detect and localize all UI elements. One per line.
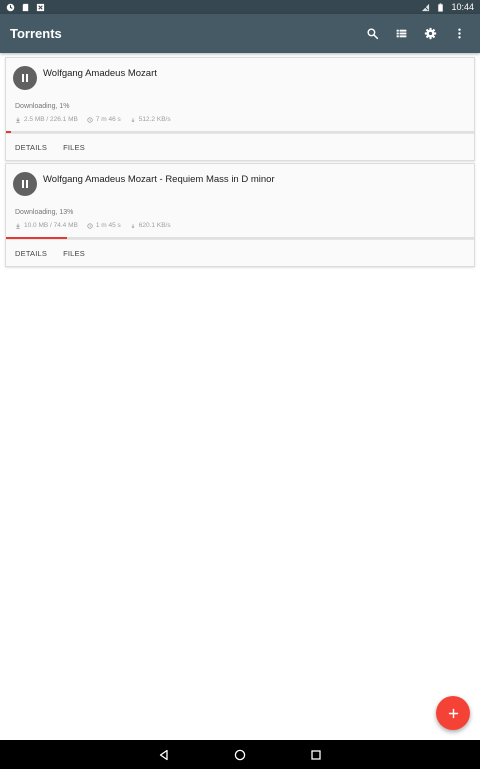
- torrent-card[interactable]: Wolfgang Amadeus Mozart Downloading, 1% …: [5, 57, 475, 161]
- clock-icon: [87, 222, 93, 229]
- torrent-speed: 512.2 KB/s: [138, 116, 171, 123]
- home-icon: [234, 749, 246, 760]
- status-time: 10:44: [451, 2, 474, 12]
- status-bar-left: [6, 3, 45, 12]
- settings-button[interactable]: [416, 19, 445, 48]
- torrent-size: 10.0 MB / 74.4 MB: [24, 222, 78, 229]
- progress-fill: [6, 237, 67, 239]
- system-nav-bar: [0, 740, 480, 769]
- torrent-card-actions: DETAILS FILES: [6, 133, 474, 160]
- add-icon: [448, 708, 458, 718]
- torrent-status: Downloading, 13%: [15, 209, 74, 216]
- recents-button[interactable]: [309, 748, 323, 762]
- eta-stat: 7 m 46 s: [87, 116, 121, 123]
- download-arrow-icon: [16, 117, 20, 123]
- speed-icon: [131, 117, 135, 122]
- progress-fill: [6, 131, 11, 133]
- progress-bar: [6, 237, 474, 239]
- torrent-card-actions: DETAILS FILES: [6, 239, 474, 266]
- details-button[interactable]: DETAILS: [15, 143, 47, 152]
- size-stat: 10.0 MB / 74.4 MB: [15, 222, 78, 229]
- search-button[interactable]: [358, 19, 387, 48]
- pause-button[interactable]: [13, 66, 37, 90]
- back-icon: [159, 749, 168, 760]
- torrent-card-body: Wolfgang Amadeus Mozart - Requiem Mass i…: [6, 164, 474, 237]
- torrent-card[interactable]: Wolfgang Amadeus Mozart - Requiem Mass i…: [5, 163, 475, 267]
- speed-stat: 620.1 KB/s: [130, 222, 171, 229]
- details-button[interactable]: DETAILS: [15, 249, 47, 258]
- more-vert-icon: [458, 28, 461, 39]
- view-list-icon: [396, 29, 407, 38]
- torrent-stats: 10.0 MB / 74.4 MB 1 m 45 s 620.1 KB/s: [15, 222, 171, 229]
- sync-icon: [6, 3, 15, 11]
- pause-button[interactable]: [13, 172, 37, 196]
- pause-icon: [22, 180, 28, 188]
- torrent-name: Wolfgang Amadeus Mozart: [43, 68, 157, 79]
- back-button[interactable]: [157, 748, 171, 762]
- torrent-eta: 1 m 45 s: [95, 222, 121, 229]
- status-bar: 10:44: [0, 0, 480, 14]
- settings-icon: [424, 27, 437, 40]
- add-torrent-button[interactable]: [436, 696, 470, 730]
- more-options-button[interactable]: [445, 19, 474, 48]
- speed-stat: 512.2 KB/s: [130, 116, 171, 123]
- size-stat: 2.5 MB / 226.1 MB: [15, 116, 78, 123]
- battery-icon: [438, 2, 444, 12]
- home-button[interactable]: [233, 748, 247, 762]
- status-bar-right: 10:44: [421, 2, 474, 12]
- progress-bar: [6, 131, 474, 133]
- eta-stat: 1 m 45 s: [87, 222, 121, 229]
- files-button[interactable]: FILES: [63, 249, 85, 258]
- torrent-eta: 7 m 46 s: [95, 116, 121, 123]
- app-bar: Torrents: [0, 14, 480, 53]
- torrent-name: Wolfgang Amadeus Mozart - Requiem Mass i…: [43, 174, 275, 185]
- app-bar-actions: [358, 19, 474, 48]
- files-button[interactable]: FILES: [63, 143, 85, 152]
- page-title: Torrents: [10, 26, 62, 41]
- search-icon: [367, 28, 379, 40]
- view-list-button[interactable]: [387, 19, 416, 48]
- sd-card-icon: [22, 3, 29, 11]
- speed-icon: [131, 223, 135, 228]
- recents-icon: [311, 749, 321, 760]
- download-arrow-icon: [16, 223, 20, 229]
- torrent-size: 2.5 MB / 226.1 MB: [24, 116, 78, 123]
- torrent-stats: 2.5 MB / 226.1 MB 7 m 46 s 512.2 KB/s: [15, 116, 171, 123]
- clock-icon: [87, 116, 93, 123]
- download-notification-icon: [36, 3, 45, 11]
- torrent-speed: 620.1 KB/s: [138, 222, 171, 229]
- pause-icon: [22, 74, 28, 82]
- torrent-status: Downloading, 1%: [15, 103, 70, 110]
- signal-off-icon: [422, 3, 430, 11]
- torrent-card-body: Wolfgang Amadeus Mozart Downloading, 1% …: [6, 58, 474, 131]
